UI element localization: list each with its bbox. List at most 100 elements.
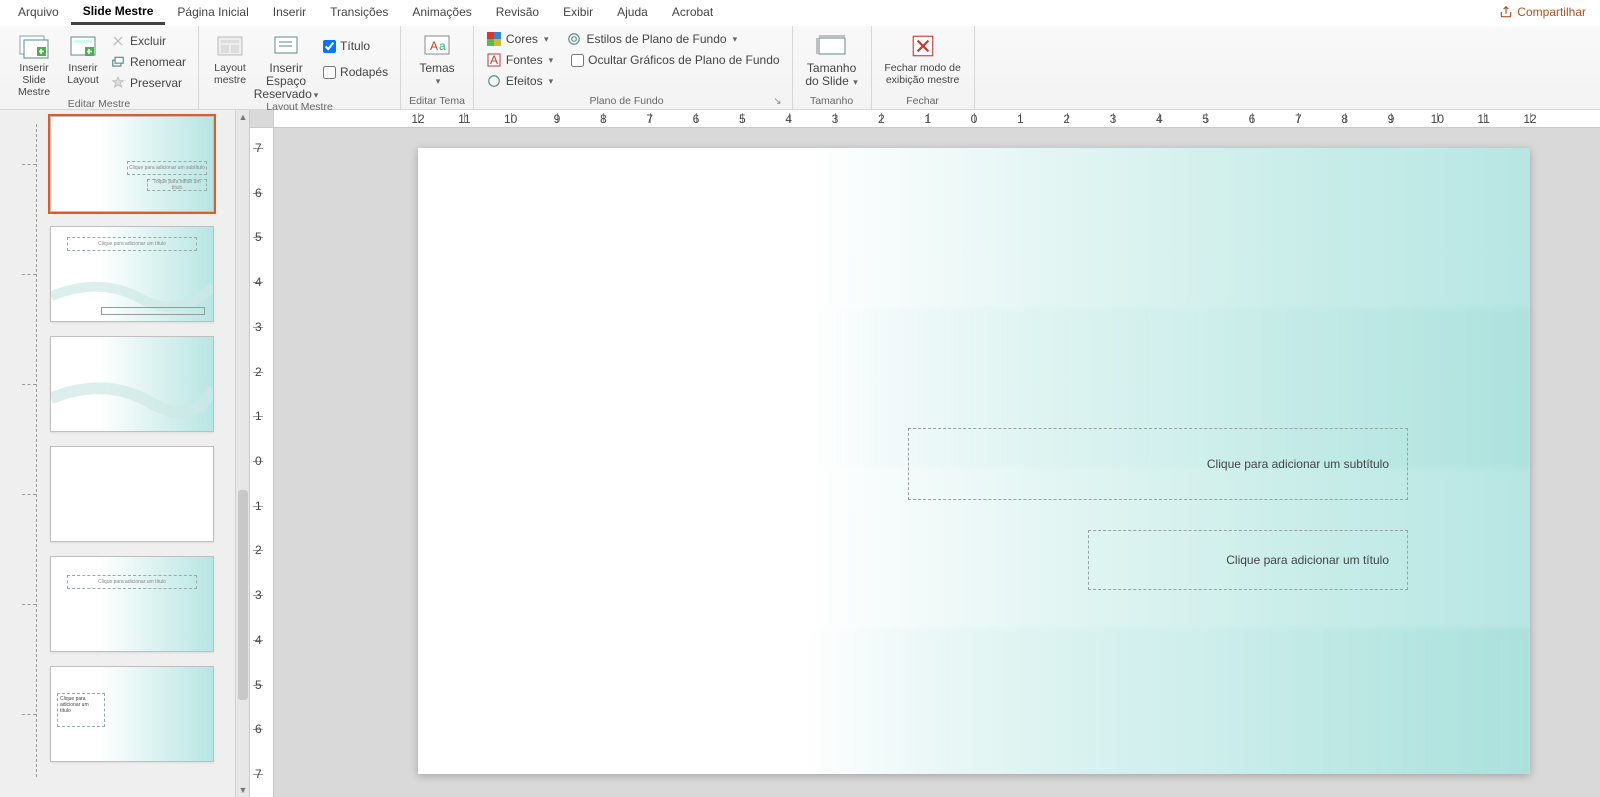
workspace: Clique para adicionar um subtítulo Toque…: [0, 110, 1600, 797]
scroll-up-icon[interactable]: ▲: [236, 110, 250, 124]
tab-slide-mestre[interactable]: Slide Mestre: [71, 0, 166, 25]
close-icon: [903, 32, 943, 60]
mini-title: Clique para adicionar um título: [67, 237, 197, 251]
efeitos-button[interactable]: Efeitos ▾: [482, 72, 557, 90]
ribbon-tabs: Arquivo Slide Mestre Página Inicial Inse…: [0, 0, 1600, 26]
tab-inserir[interactable]: Inserir: [261, 1, 318, 23]
chevron-down-icon: ▾: [314, 90, 319, 100]
mini-title: Toque para editar um título: [147, 179, 207, 191]
effects-icon: [486, 73, 502, 89]
chevron-down-icon: ▾: [544, 34, 549, 45]
tamanho-slide-button[interactable]: Tamanho do Slide ▾: [801, 30, 863, 88]
scroll-handle[interactable]: [238, 490, 248, 700]
title-text: Clique para adicionar um título: [1226, 553, 1389, 567]
thumbnail-master[interactable]: Clique para adicionar um subtítulo Toque…: [50, 116, 214, 212]
svg-text:a: a: [439, 39, 446, 53]
mini-title: Clique para adicionar um título: [67, 575, 197, 589]
excluir-button[interactable]: Excluir: [106, 32, 190, 50]
share-icon: [1499, 5, 1513, 19]
thumbnail-panel: Clique para adicionar um subtítulo Toque…: [0, 110, 250, 797]
label: Fontes: [506, 53, 543, 67]
chevron-down-icon: ▾: [549, 76, 554, 87]
tab-pagina-inicial[interactable]: Página Inicial: [165, 1, 260, 23]
subtitle-placeholder[interactable]: Clique para adicionar um subtítulo: [908, 428, 1408, 500]
slide-canvas[interactable]: Clique para adicionar um subtítulo Cliqu…: [274, 128, 1600, 797]
svg-text:A: A: [490, 53, 498, 67]
label: Efeitos: [506, 74, 543, 88]
group-editar-mestre: Inserir Slide Mestre Inserir Layout Excl…: [0, 26, 199, 109]
tab-arquivo[interactable]: Arquivo: [6, 1, 71, 23]
chevron-down-icon: ▾: [733, 34, 738, 45]
tab-animacoes[interactable]: Animações: [400, 1, 483, 23]
inserir-espaco-reservado-button[interactable]: Inserir Espaço Reservado▾: [253, 30, 319, 101]
thumbnail-layout-5[interactable]: Clique para adicionar um título: [50, 666, 214, 762]
label: Temas: [419, 61, 454, 75]
group-fechar: Fechar modo de exibição mestre Fechar: [872, 26, 975, 109]
delete-icon: [110, 33, 126, 49]
themes-icon: Aa: [417, 32, 457, 60]
label: Tamanho do Slide: [805, 61, 856, 88]
share-label: Compartilhar: [1517, 5, 1586, 19]
group-editar-tema: Aa Temas▾ Editar Tema: [401, 26, 474, 109]
group-label: Fechar: [893, 95, 953, 109]
thumbnail-layout-1[interactable]: Clique para adicionar um título: [50, 226, 214, 322]
rename-icon: [110, 54, 126, 70]
temas-button[interactable]: Aa Temas▾: [413, 30, 461, 87]
label: Ocultar Gráficos de Plano de Fundo: [588, 53, 779, 67]
inserir-layout-button[interactable]: Inserir Layout: [60, 30, 106, 86]
label: Inserir Layout: [67, 62, 99, 86]
mini-subtitle: Clique para adicionar um subtítulo: [127, 161, 207, 175]
label: Título: [340, 39, 370, 53]
chevron-down-icon: ▾: [549, 55, 554, 66]
title-placeholder[interactable]: Clique para adicionar um título: [1088, 530, 1408, 590]
slide-master[interactable]: Clique para adicionar um subtítulo Cliqu…: [418, 148, 1530, 774]
tab-exibir[interactable]: Exibir: [551, 1, 605, 23]
ocultar-graficos-checkbox[interactable]: Ocultar Gráficos de Plano de Fundo: [567, 51, 783, 69]
tab-revisao[interactable]: Revisão: [484, 1, 551, 23]
group-plano-de-fundo: Cores▾ Estilos de Plano de Fundo ▾ A Fonte…: [474, 26, 793, 109]
tab-acrobat[interactable]: Acrobat: [660, 1, 725, 23]
preservar-button[interactable]: Preservar: [106, 74, 190, 92]
fechar-modo-exibicao-button[interactable]: Fechar modo de exibição mestre: [880, 30, 966, 86]
label: Estilos de Plano de Fundo: [586, 32, 726, 46]
colors-icon: [486, 31, 502, 47]
horizontal-ruler[interactable]: 1211109876543210123456789101112: [274, 110, 1600, 128]
estilos-plano-fundo-button[interactable]: Estilos de Plano de Fundo ▾: [562, 30, 741, 48]
tab-transicoes[interactable]: Transições: [318, 1, 400, 23]
background-styles-icon: [566, 31, 582, 47]
layout-master-icon: [210, 32, 250, 60]
vertical-ruler[interactable]: 765432101234567: [250, 128, 274, 797]
group-label: Tamanho: [802, 95, 862, 109]
slide-master-icon: [14, 32, 54, 60]
thumbnail-scrollbar[interactable]: ▲ ▼: [235, 110, 249, 797]
rodapes-checkbox[interactable]: Rodapés: [319, 64, 392, 80]
thumbnail-layout-2[interactable]: [50, 336, 214, 432]
titulo-checkbox[interactable]: Título: [319, 38, 392, 54]
svg-text:A: A: [430, 39, 438, 53]
thumbnail-layout-3[interactable]: [50, 446, 214, 542]
fontes-button[interactable]: A Fontes ▾: [482, 51, 557, 69]
renomear-button[interactable]: Renomear: [106, 53, 190, 71]
inserir-slide-mestre-button[interactable]: Inserir Slide Mestre: [8, 30, 60, 98]
chevron-down-icon: ▾: [436, 76, 441, 86]
fonts-icon: A: [486, 52, 502, 68]
layout-icon: [63, 32, 103, 60]
ribbon: Inserir Slide Mestre Inserir Layout Excl…: [0, 26, 1600, 110]
mini-title: Clique para adicionar um título: [57, 693, 105, 727]
ruler-corner: [250, 110, 274, 128]
label: Renomear: [130, 55, 186, 69]
scroll-down-icon[interactable]: ▼: [236, 783, 250, 797]
slide-band-2: [418, 628, 1530, 774]
preserve-icon: [110, 75, 126, 91]
dialog-launcher[interactable]: ↘: [771, 96, 783, 107]
share-button[interactable]: Compartilhar: [1499, 5, 1594, 19]
group-tamanho: Tamanho do Slide ▾ Tamanho: [793, 26, 872, 109]
label: Rodapés: [340, 65, 388, 79]
group-label: Editar Tema: [409, 95, 465, 109]
cores-button[interactable]: Cores▾: [482, 30, 553, 48]
tab-ajuda[interactable]: Ajuda: [605, 1, 660, 23]
group-layout-mestre: Layout mestre Inserir Espaço Reservado▾ …: [199, 26, 401, 109]
thumbnail-layout-4[interactable]: Clique para adicionar um título: [50, 556, 214, 652]
layout-mestre-button[interactable]: Layout mestre: [207, 30, 253, 86]
editor-area: 1211109876543210123456789101112 76543210…: [250, 110, 1600, 797]
